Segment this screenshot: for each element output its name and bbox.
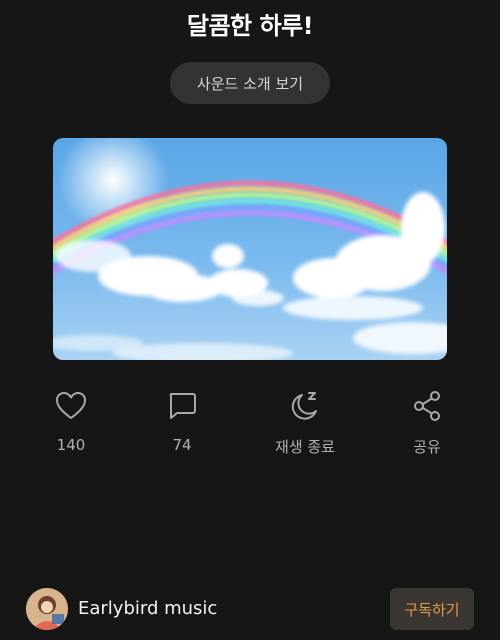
sleep-timer-button[interactable]: 재생 종료 xyxy=(255,388,355,457)
artist-avatar[interactable] xyxy=(26,588,68,630)
share-label: 공유 xyxy=(413,438,441,456)
sleep-timer-label: 재생 종료 xyxy=(275,438,335,456)
comment-count: 74 xyxy=(172,436,192,454)
artist-name[interactable]: Earlybird music xyxy=(78,598,217,619)
like-button[interactable]: 140 xyxy=(21,388,121,454)
sound-intro-button[interactable]: 사운드 소개 보기 xyxy=(170,62,330,104)
heart-icon xyxy=(53,388,89,424)
share-icon xyxy=(409,388,445,424)
cover-image xyxy=(53,138,447,360)
share-button[interactable]: 공유 xyxy=(377,388,477,457)
like-count: 140 xyxy=(56,436,86,454)
page-title: 달콤한 하루! xyxy=(186,12,314,40)
comment-icon xyxy=(164,388,200,424)
comment-button[interactable]: 74 xyxy=(132,388,232,454)
sleep-moon-icon xyxy=(287,388,323,424)
subscribe-button[interactable]: 구독하기 xyxy=(390,588,474,630)
